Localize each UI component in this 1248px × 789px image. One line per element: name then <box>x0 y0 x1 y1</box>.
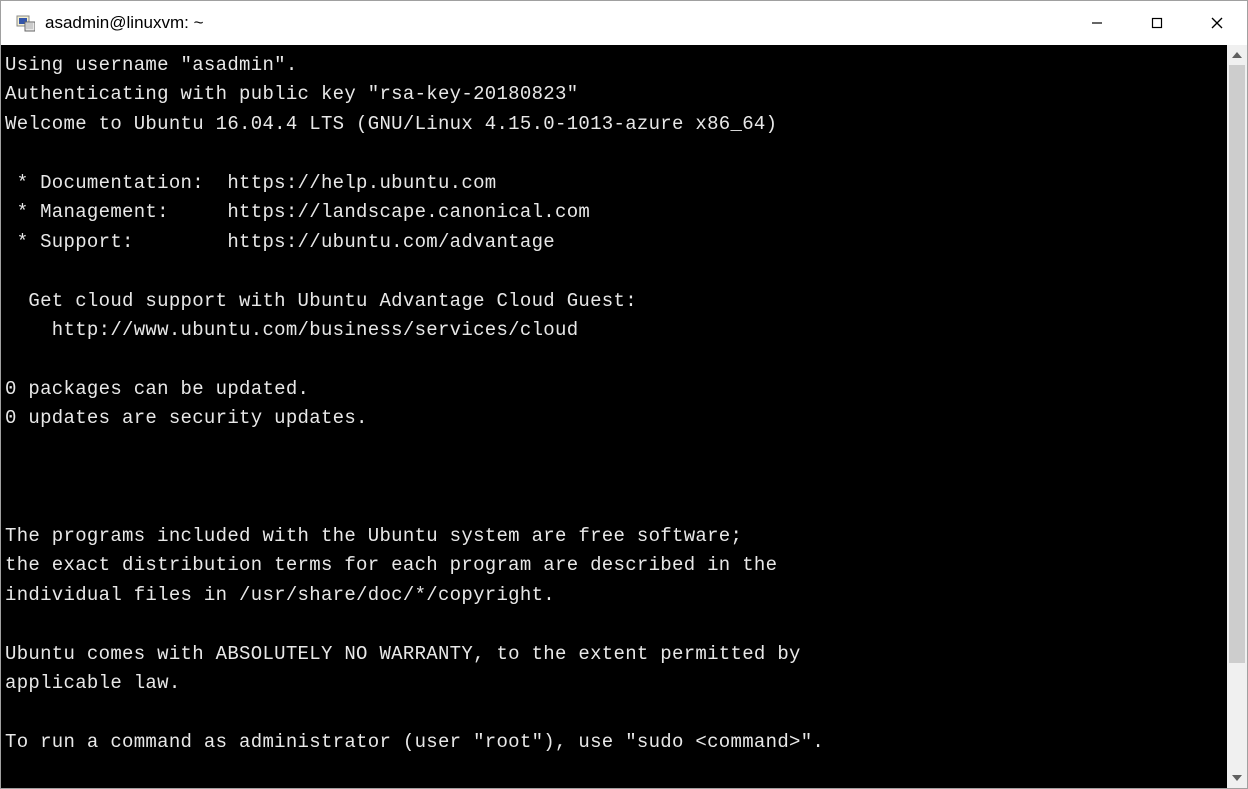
scroll-thumb[interactable] <box>1229 65 1245 663</box>
scroll-track[interactable] <box>1227 65 1247 768</box>
putty-window: asadmin@linuxvm: ~ Using username "asadm… <box>0 0 1248 789</box>
scrollbar[interactable] <box>1227 45 1247 788</box>
title-bar[interactable]: asadmin@linuxvm: ~ <box>1 1 1247 45</box>
content-area: Using username "asadmin". Authenticating… <box>1 45 1247 788</box>
scroll-down-arrow[interactable] <box>1227 768 1247 788</box>
minimize-button[interactable] <box>1067 1 1127 45</box>
window-controls <box>1067 1 1247 45</box>
putty-icon <box>15 13 35 33</box>
window-title: asadmin@linuxvm: ~ <box>45 13 1067 33</box>
close-button[interactable] <box>1187 1 1247 45</box>
terminal-output[interactable]: Using username "asadmin". Authenticating… <box>1 45 1227 788</box>
scroll-up-arrow[interactable] <box>1227 45 1247 65</box>
maximize-button[interactable] <box>1127 1 1187 45</box>
